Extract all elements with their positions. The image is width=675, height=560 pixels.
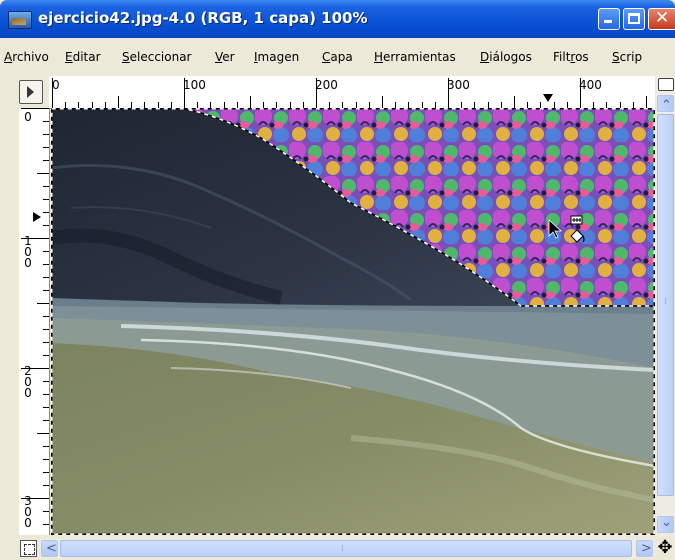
ruler-label: 100 [183,78,206,92]
ruler-tick [21,108,49,109]
ruler-tick [118,96,119,108]
scroll-up-button[interactable]: ⌃ [657,95,674,113]
ruler-tick [43,381,49,382]
menu-editar[interactable]: Editar [65,50,101,64]
vertical-scrollbar[interactable]: ⌃ ⁞ ⌄ [656,76,675,536]
chevron-left-icon: < [46,541,57,556]
ruler-label: 200 [315,78,338,92]
ruler-tick [646,96,647,108]
image-canvas[interactable] [51,108,655,535]
ruler-tick [43,290,49,291]
maximize-button[interactable] [623,8,645,30]
ruler-tick [43,420,49,421]
chevron-down-icon: ⌄ [661,515,672,530]
ruler-tick [43,394,49,395]
grip-icon: ⁞ [341,544,344,554]
ruler-tick [514,96,515,108]
gimp-image-icon[interactable] [8,11,32,29]
maximize-icon [628,13,640,24]
ruler-tick [43,329,49,330]
menu-ver[interactable]: Ver [215,50,235,64]
chevron-right-icon: > [641,541,652,556]
ruler-tick [21,498,49,499]
ruler-tick [43,277,49,278]
ruler-tick [316,78,317,108]
ruler-tick [448,78,449,108]
ruler-tick [43,121,49,122]
ruler-tick [43,134,49,135]
ruler-tick [52,78,53,108]
close-icon: ✕ [655,8,670,28]
menu-filtros[interactable]: Filtros [553,50,589,64]
grip-icon: ⁞ [664,297,667,307]
ruler-tick [43,485,49,486]
ruler-tick [43,160,49,161]
ruler-tick [43,251,49,252]
ruler-tick [43,264,49,265]
ruler-tick [37,303,49,304]
menu-herramientas[interactable]: Herramientas [374,50,456,64]
move-cross-icon[interactable]: ✥ [655,537,675,559]
image-menu-button[interactable] [19,80,43,104]
minimize-icon [604,20,612,23]
scroll-right-button[interactable]: > [636,540,653,557]
close-button[interactable]: ✕ [648,8,675,30]
pointer-position-marker [33,212,41,222]
minimize-button[interactable] [598,8,620,30]
ruler-tick [43,511,49,512]
ruler-tick [580,78,581,108]
ruler-tick [43,459,49,460]
pointer-position-marker [543,94,553,102]
ruler-tick [43,212,49,213]
ruler-tick [43,225,49,226]
canvas-image [51,108,655,535]
ruler-tick [37,173,49,174]
scroll-left-button[interactable]: < [41,540,58,557]
navigation-button[interactable] [20,540,37,557]
vertical-scroll-thumb[interactable]: ⁞ [657,114,674,496]
ruler-tick [43,524,49,525]
menu-seleccionar[interactable]: Seleccionar [122,50,192,64]
ruler-tick [21,238,49,239]
ruler-tick [43,355,49,356]
ruler-tick [43,147,49,148]
ruler-tick [43,342,49,343]
menu-imagen[interactable]: Imagen [254,50,299,64]
ruler-label: 0 [21,110,35,121]
ruler-tick [43,472,49,473]
horizontal-scroll-thumb[interactable]: ⁞ [60,540,632,557]
ruler-tick [37,433,49,434]
scroll-down-button[interactable]: ⌄ [657,515,674,533]
ruler-label: 0 [52,78,60,92]
bottom-bar: < ⁞ > ✥ [0,536,675,560]
menu-bar: Archivo Editar Seleccionar Ver Imagen Ca… [0,38,675,76]
menu-script-fu[interactable]: Scrip [612,50,642,64]
ruler-tick [21,368,49,369]
ruler-label: 300 [447,78,470,92]
horizontal-scrollbar[interactable]: < ⁞ > [40,539,654,558]
ruler-tick [43,316,49,317]
menu-capa[interactable]: Capa [322,50,353,64]
horizontal-ruler[interactable]: 0 100 200 300 400 [49,76,655,109]
title-bar: ejercicio42.jpg-4.0 (RGB, 1 capa) 100% ✕ [0,0,675,38]
ruler-label: 400 [579,78,602,92]
ruler-tick [43,199,49,200]
ruler-tick [184,78,185,108]
ruler-tick [43,186,49,187]
vertical-ruler[interactable]: 0 100 200 300 [19,108,50,535]
ruler-tick [382,96,383,108]
chevron-up-icon: ⌃ [661,98,672,113]
ruler-tick [43,446,49,447]
window-title: ejercicio42.jpg-4.0 (RGB, 1 capa) 100% [38,9,368,27]
ruler-tick [43,407,49,408]
menu-dialogos[interactable]: Diálogos [480,50,532,64]
zoom-toggle-button[interactable] [658,78,674,91]
menu-archivo[interactable]: Archivo [4,50,49,64]
ruler-tick [250,96,251,108]
